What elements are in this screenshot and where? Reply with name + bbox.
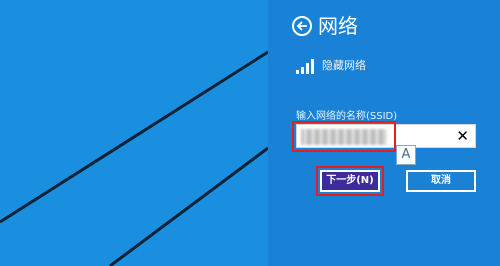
- back-arrow-icon: [296, 21, 307, 31]
- hidden-network-label: 隐藏网络: [322, 59, 366, 72]
- cancel-button[interactable]: 取消: [406, 170, 476, 192]
- clear-icon[interactable]: ✕: [456, 127, 469, 145]
- next-highlight-box: [316, 166, 384, 196]
- page-title: 网络: [318, 14, 358, 38]
- desktop-background: [0, 0, 268, 266]
- back-button[interactable]: [292, 16, 312, 36]
- wifi-signal-icon: [296, 59, 314, 74]
- ssid-highlight-box: [292, 121, 396, 152]
- ssid-label: 输入网络的名称(SSID): [296, 111, 398, 122]
- ime-indicator: A: [396, 145, 416, 165]
- wallpaper-lines: [0, 50, 268, 266]
